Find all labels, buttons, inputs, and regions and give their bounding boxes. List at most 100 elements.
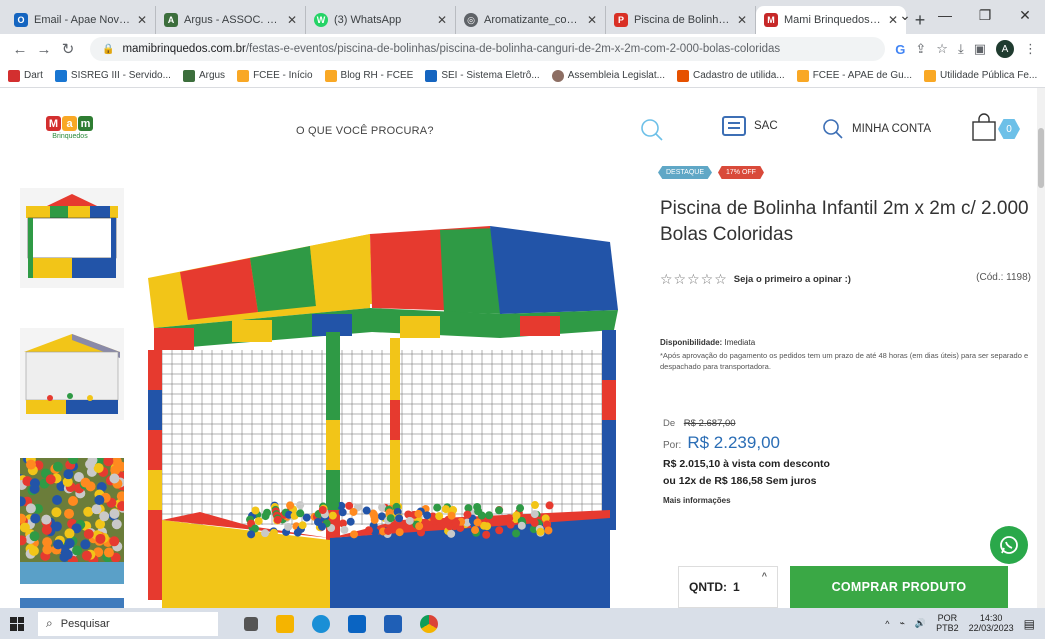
search-input[interactable]: O QUE VOCÊ PROCURA? bbox=[296, 125, 434, 137]
file-explorer-icon[interactable] bbox=[276, 614, 294, 633]
account-label: MINHA CONTA bbox=[852, 123, 932, 135]
bookmark-icon bbox=[182, 69, 195, 82]
logo-letters: M a m bbox=[46, 116, 94, 131]
site-logo[interactable]: M a m Brinquedos bbox=[46, 116, 94, 150]
bookmark-item[interactable]: SEI - Sistema Eletrô... bbox=[425, 69, 540, 82]
profile-avatar[interactable]: A bbox=[996, 40, 1014, 58]
network-icon[interactable]: ⌁ bbox=[899, 618, 904, 629]
language-indicator[interactable]: POR PTB2 bbox=[936, 613, 959, 634]
share-icon[interactable]: ⇪ bbox=[915, 41, 926, 57]
volume-icon[interactable]: 🔊 bbox=[915, 618, 926, 629]
close-icon[interactable]: ✕ bbox=[587, 13, 597, 27]
thumbnail-image bbox=[20, 598, 124, 608]
close-icon[interactable]: ✕ bbox=[437, 13, 447, 27]
taskbar-search[interactable]: ⌕ Pesquisar bbox=[38, 611, 218, 636]
search-icon[interactable] bbox=[640, 118, 664, 142]
buy-button[interactable]: COMPRAR PRODUTO bbox=[790, 566, 1008, 608]
bag-icon bbox=[972, 113, 996, 141]
product-code: (Cód.: 1198) bbox=[976, 272, 1031, 283]
browser-tab[interactable]: W (3) WhatsApp ✕ bbox=[306, 6, 456, 34]
bookmark-icon bbox=[425, 69, 438, 82]
sac-button[interactable]: SAC bbox=[722, 116, 778, 136]
edge-icon[interactable] bbox=[312, 614, 330, 633]
forward-icon[interactable]: → bbox=[32, 41, 56, 58]
tab-title: (3) WhatsApp bbox=[334, 14, 402, 26]
minimize-icon[interactable]: — bbox=[925, 0, 965, 30]
taskbar-apps bbox=[244, 614, 438, 633]
tab-title: Argus - ASSOC. DE PA... bbox=[184, 14, 281, 26]
close-icon[interactable]: ✕ bbox=[287, 13, 297, 27]
product-thumbnail[interactable] bbox=[20, 328, 124, 420]
bookmark-item[interactable]: Utilidade Pública Fe... bbox=[924, 69, 1037, 82]
bookmark-item[interactable]: FCEE - APAE de Gu... bbox=[796, 69, 912, 82]
close-window-icon[interactable]: ✕ bbox=[1005, 0, 1045, 30]
reload-icon[interactable]: ↻ bbox=[56, 40, 80, 58]
bookmark-label: SEI - Sistema Eletrô... bbox=[441, 70, 540, 81]
thumbnail-image bbox=[20, 328, 124, 420]
url-host: mamibrinquedos.com.br bbox=[122, 43, 246, 55]
close-icon[interactable]: ✕ bbox=[137, 13, 147, 27]
google-icon[interactable]: G bbox=[895, 42, 905, 57]
scrollbar-thumb[interactable] bbox=[1038, 128, 1044, 188]
bookmark-label: Blog RH - FCEE bbox=[340, 70, 414, 81]
download-icon[interactable]: ⤓ bbox=[958, 41, 964, 57]
lock-icon: 🔒 bbox=[102, 43, 115, 55]
rating-row: ☆☆☆☆☆ Seja o primeiro a opinar :) bbox=[660, 271, 851, 288]
rating-stars-icon[interactable]: ☆☆☆☆☆ bbox=[660, 271, 728, 288]
browser-tab[interactable]: A Argus - ASSOC. DE PA... ✕ bbox=[156, 6, 306, 34]
logo-letter: M bbox=[46, 116, 61, 131]
browser-tab-active[interactable]: M Mami Brinquedos - P... ✕ bbox=[756, 6, 906, 34]
browser-tab[interactable]: O Email - Apae Nova Tr... ✕ bbox=[6, 6, 156, 34]
address-bar-row: ← → ↻ 🔒 mamibrinquedos.com.br /festas-e-… bbox=[0, 34, 1045, 64]
bookmark-label: Dart bbox=[24, 70, 43, 81]
more-info-link[interactable]: Mais informações bbox=[663, 496, 731, 505]
chrome-icon[interactable] bbox=[420, 614, 438, 633]
cart-button[interactable]: 0 bbox=[970, 113, 1024, 145]
word-icon[interactable] bbox=[384, 614, 402, 633]
product-thumbnail[interactable] bbox=[20, 188, 124, 288]
bookmark-icon bbox=[796, 69, 809, 82]
url-path: /festas-e-eventos/piscina-de-bolinhas/pi… bbox=[245, 43, 781, 55]
whatsapp-button[interactable] bbox=[990, 526, 1028, 564]
bookmark-item[interactable]: Cadastro de utilida... bbox=[676, 69, 785, 82]
logo-letter: m bbox=[78, 116, 93, 131]
bookmark-item[interactable]: Assembleia Legislat... bbox=[551, 69, 665, 82]
back-icon[interactable]: ← bbox=[8, 41, 32, 58]
bookmark-item[interactable]: Argus bbox=[182, 69, 225, 82]
rating-cta-link[interactable]: Seja o primeiro a opinar :) bbox=[734, 274, 851, 285]
chevron-up-icon[interactable]: ^ bbox=[885, 619, 889, 629]
tab-list-icon[interactable]: ⌄ bbox=[885, 0, 925, 30]
restore-icon[interactable]: ❐ bbox=[965, 0, 1005, 30]
menu-icon[interactable]: ⋮ bbox=[1024, 41, 1037, 57]
bookmark-item[interactable]: SISREG III - Servido... bbox=[54, 69, 171, 82]
notifications-icon[interactable]: ▤ bbox=[1024, 617, 1035, 631]
sac-label: SAC bbox=[754, 120, 778, 132]
mail-icon[interactable] bbox=[348, 614, 366, 633]
bookmark-item[interactable]: Blog RH - FCEE bbox=[324, 69, 414, 82]
quantity-value[interactable]: 1 bbox=[733, 580, 740, 594]
bookmark-item[interactable]: Dart bbox=[8, 69, 43, 82]
taskview-icon[interactable] bbox=[244, 616, 258, 631]
chevron-up-icon[interactable]: ^ bbox=[762, 571, 767, 581]
page-scrollbar[interactable] bbox=[1037, 88, 1045, 608]
close-icon[interactable]: ✕ bbox=[737, 13, 747, 27]
star-icon[interactable]: ☆ bbox=[936, 41, 948, 57]
logo-letter: a bbox=[62, 116, 77, 131]
product-thumbnail[interactable] bbox=[20, 458, 124, 584]
browser-tab[interactable]: P Piscina de Bolinha de... ✕ bbox=[606, 6, 756, 34]
sidepanel-icon[interactable]: ▣ bbox=[974, 41, 986, 57]
quantity-stepper[interactable]: QNTD: 1 ^ bbox=[678, 566, 778, 608]
browser-tab[interactable]: ◎ Aromatizante_compr... ✕ bbox=[456, 6, 606, 34]
taskbar-clock[interactable]: 14:30 22/03/2023 bbox=[969, 613, 1014, 634]
bookmark-item[interactable]: FCEE - Início bbox=[237, 69, 313, 82]
account-button[interactable]: MINHA CONTA bbox=[822, 118, 931, 140]
bookmark-icon bbox=[8, 69, 20, 82]
thumbnail-image bbox=[20, 188, 124, 288]
bookmark-icon bbox=[54, 69, 67, 82]
product-main-image[interactable] bbox=[140, 220, 630, 608]
url-field[interactable]: 🔒 mamibrinquedos.com.br /festas-e-evento… bbox=[90, 37, 886, 61]
outlook-icon: O bbox=[14, 13, 28, 27]
price-row: Por: R$ 2.239,00 bbox=[663, 433, 780, 453]
product-thumbnail[interactable] bbox=[20, 598, 124, 608]
windows-start-icon[interactable] bbox=[10, 616, 24, 631]
